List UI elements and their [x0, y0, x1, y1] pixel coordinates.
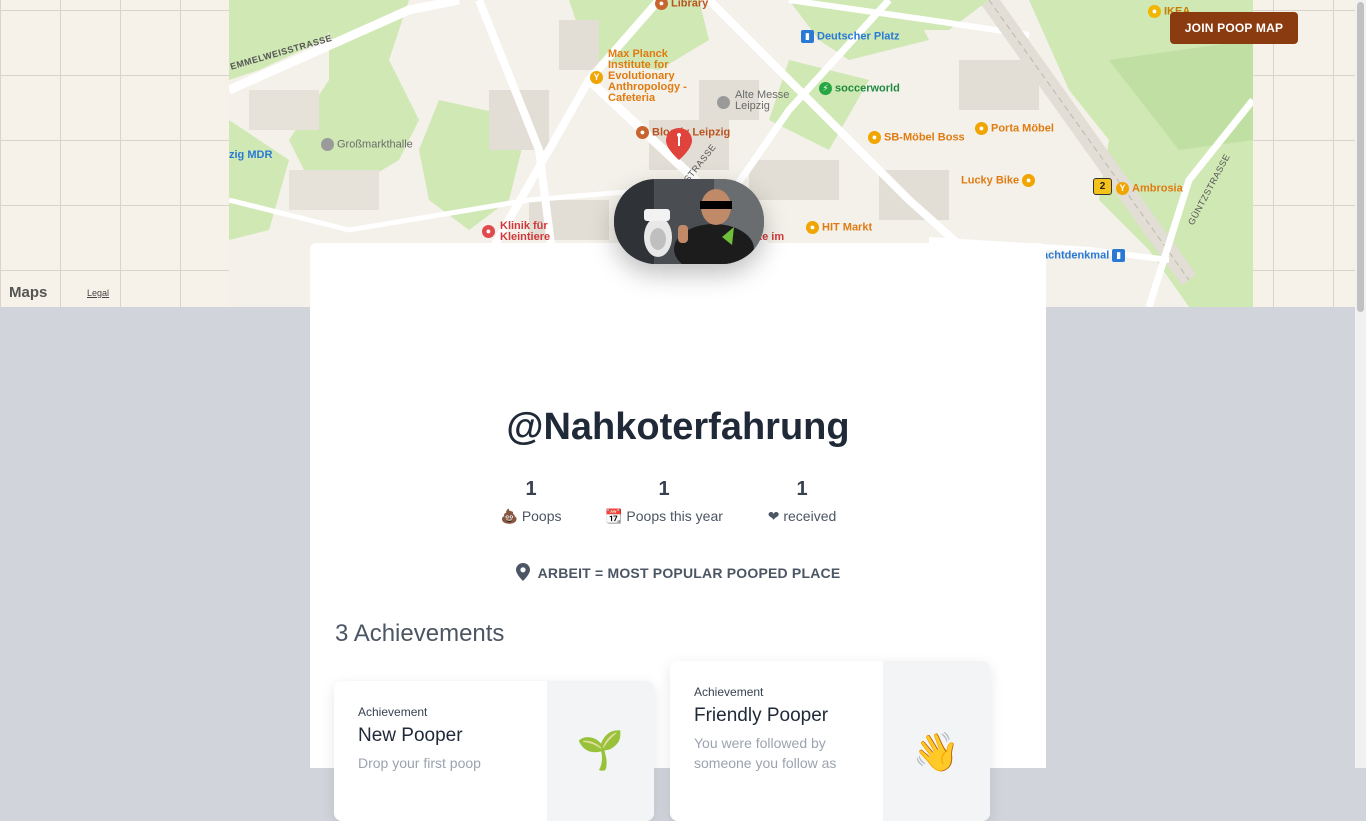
- map-poi[interactable]: ● Porta Möbel: [975, 122, 1054, 135]
- popular-place-text: ARBEIT = MOST POPULAR POOPED PLACE: [537, 565, 841, 581]
- achievement-description: You were followed by someone you follow …: [694, 735, 837, 771]
- cafe-icon: ●: [636, 126, 649, 139]
- fork-knife-icon: Y: [1116, 182, 1129, 195]
- map-poi[interactable]: ● SB-Möbel Boss: [868, 131, 965, 144]
- map-poi[interactable]: ▮ Deutscher Platz: [801, 30, 900, 43]
- map-poi[interactable]: ● Library: [655, 0, 708, 10]
- shop-icon: ●: [975, 122, 988, 135]
- map-poi[interactable]: achtdenkmal ▮: [1042, 249, 1128, 262]
- avatar: [614, 179, 764, 264]
- achievement-kind: Achievement: [694, 685, 764, 699]
- calendar-icon: 📆: [605, 508, 623, 524]
- market-icon: [321, 138, 334, 151]
- landmark-icon: [717, 96, 730, 109]
- map-empty-grid-left: [0, 0, 229, 307]
- poop-icon: 💩: [500, 508, 518, 524]
- bike-icon: ●: [1022, 174, 1036, 187]
- map-poi[interactable]: Großmarkthalle: [321, 138, 413, 151]
- tram-line-badge: 2: [1093, 178, 1112, 195]
- tram-icon: ▮: [1112, 249, 1126, 262]
- map-empty-grid-right: [1253, 0, 1366, 307]
- stat-value: 1: [525, 478, 537, 500]
- achievement-kind: Achievement: [358, 705, 428, 719]
- shop-icon: ●: [868, 131, 881, 144]
- stat-label: ❤ received: [767, 508, 837, 524]
- restaurant-icon: ●: [655, 0, 668, 10]
- heart-icon: ❤: [767, 508, 780, 524]
- stat-poops: 1 💩 Poops: [456, 478, 606, 525]
- fork-knife-icon: Y: [590, 71, 603, 84]
- maps-logo: Maps: [9, 284, 48, 301]
- join-button[interactable]: JOIN POOP MAP: [1170, 12, 1298, 44]
- achievement-card[interactable]: Achievement New Pooper Drop your first p…: [334, 681, 654, 821]
- avatar-image: [614, 179, 764, 264]
- stat-label: 📆 Poops this year: [605, 508, 723, 524]
- map-poi[interactable]: zig MDR: [229, 150, 272, 161]
- map-poi[interactable]: Y Max Planck Institute for Evolutionary …: [590, 49, 690, 104]
- paw-icon: ●: [482, 225, 495, 238]
- map-poi[interactable]: Y Ambrosia: [1116, 182, 1183, 195]
- username: @Nahkoterfahrung: [506, 406, 850, 448]
- stat-received: 1 ❤ received: [727, 478, 877, 525]
- seedling-icon: 🌱: [547, 681, 654, 821]
- stat-label: 💩 Poops: [500, 508, 562, 524]
- map-pin-icon[interactable]: [666, 128, 692, 160]
- achievement-description: Drop your first poop: [358, 755, 481, 771]
- map-poi[interactable]: ● Klinik für Kleintiere: [482, 221, 572, 243]
- map-poi[interactable]: Alte Messe Leipzig: [717, 90, 797, 112]
- achievements-title: 3 Achievements: [335, 620, 505, 647]
- map-poi[interactable]: ⚡ soccerworld: [819, 82, 900, 95]
- achievement-card[interactable]: Achievement Friendly Pooper You were fol…: [670, 661, 990, 821]
- achievement-name: New Pooper: [358, 725, 463, 746]
- sport-icon: ⚡: [819, 82, 832, 95]
- stat-value: 1: [796, 478, 808, 500]
- tram-icon: ▮: [801, 30, 814, 43]
- store-icon: ●: [1148, 5, 1161, 18]
- map-poi[interactable]: Lucky Bike ●: [961, 174, 1038, 187]
- page-scrollbar[interactable]: [1355, 0, 1366, 768]
- achievement-name: Friendly Pooper: [694, 705, 829, 726]
- map-poi[interactable]: ● HIT Markt: [806, 221, 872, 234]
- stat-value: 1: [658, 478, 670, 500]
- location-pin-icon: [515, 563, 530, 581]
- waving-hand-icon: 👋: [883, 661, 990, 821]
- scrollbar-thumb[interactable]: [1357, 2, 1364, 312]
- cart-icon: ●: [806, 221, 819, 234]
- legal-link[interactable]: Legal: [87, 288, 109, 298]
- popular-place: ARBEIT = MOST POPULAR POOPED PLACE: [310, 563, 1046, 581]
- stat-poops-this-year: 1 📆 Poops this year: [589, 478, 739, 525]
